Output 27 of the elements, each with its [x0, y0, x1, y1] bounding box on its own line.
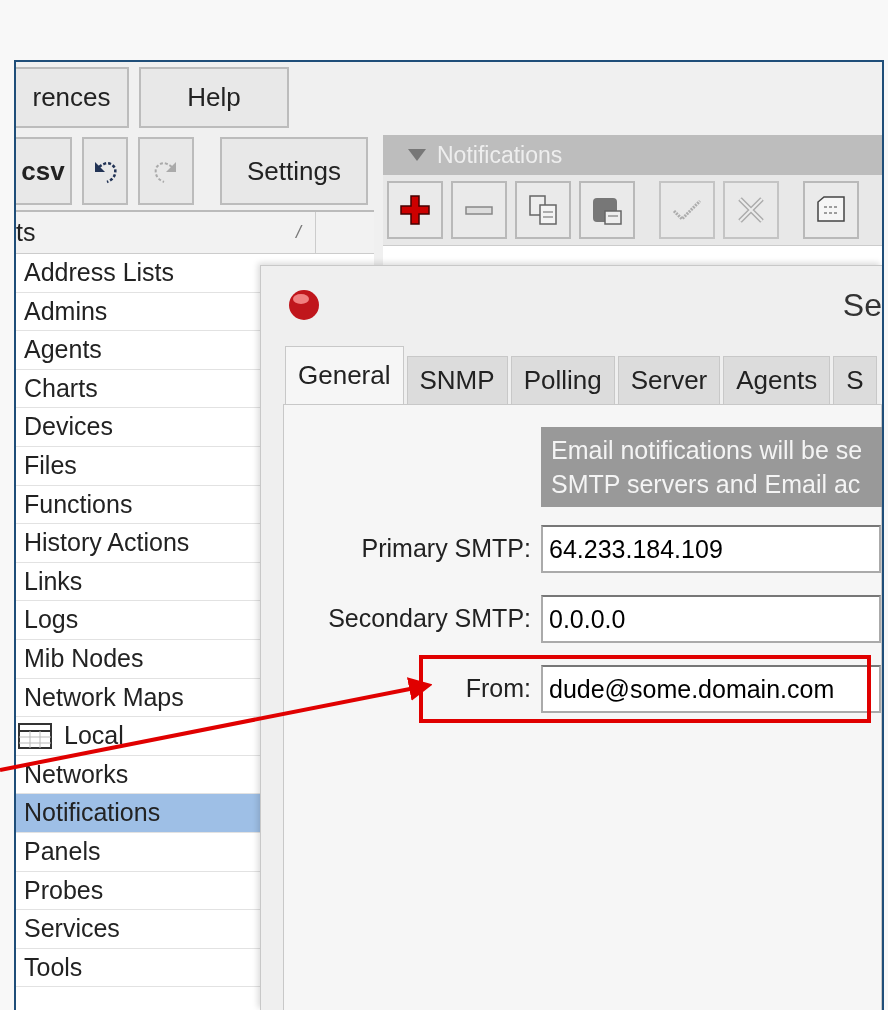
menu-button[interactable]: Help [139, 67, 289, 128]
sort-mark: / [296, 221, 301, 244]
toolbar-button[interactable]: Settings [220, 137, 368, 205]
caret-icon [407, 148, 427, 162]
tool-button[interactable] [803, 181, 859, 239]
list-item-label[interactable]: Local [64, 717, 124, 755]
input-field[interactable]: dude@some.domain.com [541, 665, 881, 713]
tab[interactable]: Polling [510, 356, 615, 404]
undo-button[interactable] [82, 137, 128, 205]
input-field[interactable]: 64.233.184.109 [541, 525, 881, 573]
tab[interactable]: Server [617, 356, 721, 404]
tab[interactable]: SNMP [406, 356, 508, 404]
tab[interactable]: Agents [723, 356, 831, 404]
column-header[interactable]: ts [16, 213, 36, 252]
documents-icon [527, 194, 559, 226]
minus-icon [465, 205, 493, 215]
tab[interactable]: General [285, 346, 404, 404]
field-label: From: [465, 673, 531, 705]
toolbar-button[interactable]: csv [16, 137, 72, 205]
plus-icon [399, 194, 431, 226]
tab[interactable]: S [833, 356, 877, 404]
menu-button[interactable]: rences [16, 67, 129, 128]
ball-icon [287, 288, 321, 322]
tool-button[interactable] [387, 181, 443, 239]
dialog-title: Se [842, 286, 882, 325]
info-note: Email notifications will be se SMTP servers and Email ac [541, 427, 882, 507]
input-field[interactable]: 0.0.0.0 [541, 595, 881, 643]
